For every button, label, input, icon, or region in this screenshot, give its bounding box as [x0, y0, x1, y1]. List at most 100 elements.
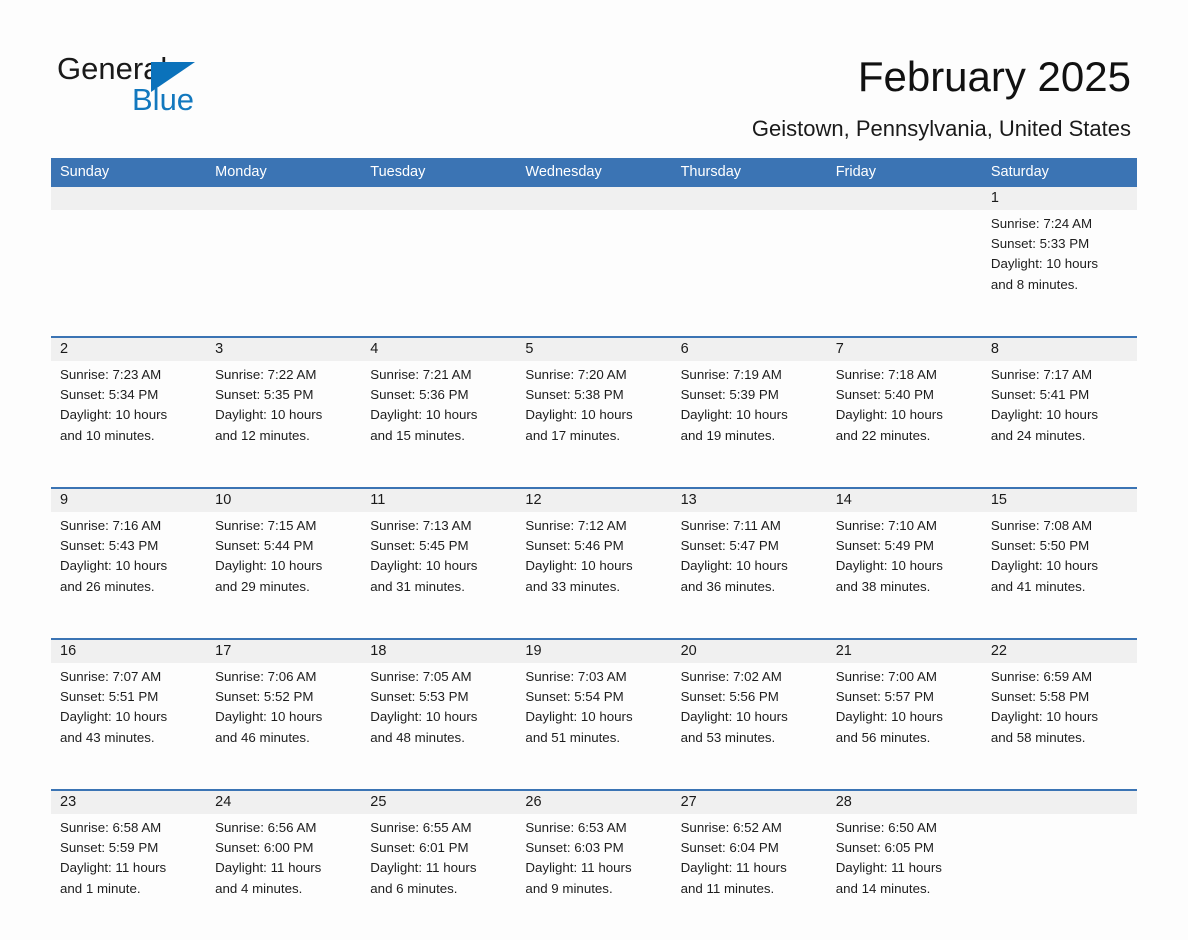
daylight-text-cont: and 51 minutes. — [525, 729, 621, 745]
day-details: Sunrise: 7:24 AM Sunset: 5:33 PM Daylight:… — [982, 210, 1137, 295]
calendar-day-cell[interactable]: 26 Sunrise: 6:53 AM Sunset: 6:03 PM Dayligh… — [516, 791, 672, 924]
calendar-day-cell[interactable]: 28 Sunrise: 6:50 AM Sunset: 6:05 PM Dayligh… — [826, 791, 982, 924]
day-number: 10 — [206, 489, 362, 512]
calendar-day-cell[interactable]: 19 Sunrise: 7:03 AM Sunset: 5:54 PM Dayligh… — [516, 640, 672, 773]
calendar-day-cell[interactable]: 25 Sunrise: 6:55 AM Sunset: 6:01 PM Dayligh… — [361, 791, 517, 924]
day-number: 23 — [51, 791, 207, 814]
sunrise-text: Sunrise: 7:21 AM — [370, 367, 472, 382]
calendar-grid: Sunday Monday Tuesday Wednesday Thursday Frid… — [51, 158, 1137, 940]
daylight-text: Daylight: 10 hours — [370, 558, 478, 574]
calendar-day-cell[interactable]: 14 Sunrise: 7:10 AM Sunset: 5:49 PM Dayligh… — [826, 489, 982, 622]
day-number: 14 — [826, 489, 982, 512]
daylight-text: Daylight: 10 hours — [60, 709, 168, 725]
calendar-week-row: 9 Sunrise: 7:16 AM Sunset: 5:43 PM Daylight… — [51, 487, 1137, 622]
calendar-day-cell[interactable]: 17 Sunrise: 7:06 AM Sunset: 5:52 PM Dayligh… — [206, 640, 362, 773]
calendar-day-cell[interactable]: 2 Sunrise: 7:23 AM Sunset: 5:34 PM Daylight… — [51, 338, 207, 471]
daylight-text-cont: and 4 minutes. — [215, 880, 303, 896]
day-number — [206, 187, 362, 210]
day-number: 13 — [671, 489, 827, 512]
daylight-text-cont: and 38 minutes. — [835, 578, 931, 594]
daylight-text: Daylight: 11 hours — [215, 860, 322, 876]
sunrise-text: Sunrise: 7:16 AM — [60, 518, 162, 533]
calendar-day-cell[interactable]: 7 Sunrise: 7:18 AM Sunset: 5:40 PM Daylight… — [826, 338, 982, 471]
calendar-day-cell[interactable]: 18 Sunrise: 7:05 AM Sunset: 5:53 PM Dayligh… — [361, 640, 517, 773]
sunset-text: Sunset: 5:43 PM — [60, 538, 159, 554]
sunset-text: Sunset: 5:53 PM — [370, 689, 469, 705]
sunset-text: Sunset: 5:54 PM — [525, 689, 624, 705]
week-row-spacer — [51, 320, 1137, 336]
day-details: Sunrise: 7:10 AM Sunset: 5:49 PM Daylight:… — [827, 512, 982, 597]
sunset-text: Sunset: 5:46 PM — [525, 538, 624, 554]
calendar-day-cell[interactable]: 9 Sunrise: 7:16 AM Sunset: 5:43 PM Daylight… — [51, 489, 207, 622]
calendar-day-cell[interactable]: 11 Sunrise: 7:13 AM Sunset: 5:45 PM Dayligh… — [361, 489, 517, 622]
calendar-day-cell-empty — [206, 187, 362, 320]
sunset-text: Sunset: 5:56 PM — [680, 689, 779, 705]
sunset-text: Sunset: 6:05 PM — [835, 840, 935, 856]
day-number: 7 — [826, 338, 982, 361]
sunrise-text: Sunrise: 6:55 AM — [370, 820, 472, 835]
day-details: Sunrise: 7:16 AM Sunset: 5:43 PM Daylight:… — [51, 512, 206, 597]
calendar-day-cell[interactable]: 23 Sunrise: 6:58 AM Sunset: 5:59 PM Dayligh… — [51, 791, 207, 924]
daylight-text: Daylight: 10 hours — [215, 709, 323, 725]
calendar-day-cell[interactable]: 6 Sunrise: 7:19 AM Sunset: 5:39 PM Daylight… — [671, 338, 827, 471]
daylight-text-cont: and 36 minutes. — [680, 578, 776, 594]
calendar-day-cell[interactable]: 13 Sunrise: 7:11 AM Sunset: 5:47 PM Dayligh… — [671, 489, 827, 622]
day-number: 2 — [51, 338, 207, 361]
sunrise-text: Sunrise: 7:24 AM — [990, 216, 1093, 231]
day-number — [826, 187, 982, 210]
day-number: 9 — [51, 489, 207, 512]
sunrise-text: Sunrise: 7:13 AM — [370, 518, 472, 533]
day-number: 20 — [671, 640, 827, 663]
day-number: 6 — [671, 338, 827, 361]
day-number: 27 — [671, 791, 827, 814]
calendar-day-cell[interactable]: 15 Sunrise: 7:08 AM Sunset: 5:50 PM Dayligh… — [981, 489, 1137, 622]
sunset-text: Sunset: 6:03 PM — [525, 840, 624, 856]
day-details: Sunrise: 7:02 AM Sunset: 5:56 PM Daylight:… — [672, 663, 827, 748]
calendar-day-cell[interactable]: 22 Sunrise: 6:59 AM Sunset: 5:58 PM Dayligh… — [981, 640, 1137, 773]
calendar-day-cell[interactable]: 24 Sunrise: 6:56 AM Sunset: 6:00 PM Dayligh… — [206, 791, 362, 924]
day-details — [516, 210, 671, 214]
sunrise-text: Sunrise: 7:15 AM — [215, 518, 317, 533]
daylight-text: Daylight: 10 hours — [835, 709, 943, 725]
daylight-text-cont: and 17 minutes. — [525, 427, 621, 443]
sunrise-text: Sunrise: 7:23 AM — [60, 367, 162, 382]
weekday-header-monday: Monday — [215, 164, 267, 180]
daylight-text-cont: and 53 minutes. — [680, 729, 776, 745]
daylight-text: Daylight: 10 hours — [990, 558, 1099, 574]
daylight-text-cont: and 1 minute. — [60, 880, 141, 896]
week-row-spacer — [51, 773, 1137, 789]
calendar-day-cell[interactable]: 5 Sunrise: 7:20 AM Sunset: 5:38 PM Daylight… — [516, 338, 672, 471]
sunset-text: Sunset: 5:51 PM — [60, 689, 159, 705]
calendar-day-cell[interactable]: 3 Sunrise: 7:22 AM Sunset: 5:35 PM Daylight… — [206, 338, 362, 471]
calendar-day-cell[interactable]: 21 Sunrise: 7:00 AM Sunset: 5:57 PM Dayligh… — [826, 640, 982, 773]
daylight-text: Daylight: 10 hours — [60, 558, 168, 574]
calendar-day-cell[interactable]: 8 Sunrise: 7:17 AM Sunset: 5:41 PM Daylight… — [981, 338, 1137, 471]
daylight-text: Daylight: 11 hours — [680, 860, 787, 876]
daylight-text: Daylight: 10 hours — [215, 407, 323, 423]
day-details — [982, 814, 1137, 818]
calendar-day-cell[interactable]: 4 Sunrise: 7:21 AM Sunset: 5:36 PM Daylight… — [361, 338, 517, 471]
daylight-text-cont: and 29 minutes. — [215, 578, 310, 594]
daylight-text: Daylight: 10 hours — [525, 709, 633, 725]
calendar-day-cell[interactable]: 1 Sunrise: 7:24 AM Sunset: 5:33 PM Daylight… — [981, 187, 1137, 320]
sunrise-text: Sunrise: 7:20 AM — [525, 367, 627, 382]
sunset-text: Sunset: 5:45 PM — [370, 538, 469, 554]
calendar-day-cell-empty — [516, 187, 672, 320]
day-details: Sunrise: 6:50 AM Sunset: 6:05 PM Daylight:… — [827, 814, 982, 899]
day-number: 15 — [981, 489, 1137, 512]
generalblue-logo[interactable]: General Blue — [57, 50, 277, 122]
calendar-day-cell[interactable]: 27 Sunrise: 6:52 AM Sunset: 6:04 PM Dayligh… — [671, 791, 827, 924]
calendar-day-cell[interactable]: 10 Sunrise: 7:15 AM Sunset: 5:44 PM Dayligh… — [206, 489, 362, 622]
page-title: February 2025 — [857, 53, 1131, 100]
daylight-text: Daylight: 10 hours — [835, 558, 943, 574]
daylight-text: Daylight: 10 hours — [370, 709, 478, 725]
calendar-day-cell[interactable]: 16 Sunrise: 7:07 AM Sunset: 5:51 PM Dayligh… — [51, 640, 207, 773]
day-details: Sunrise: 7:22 AM Sunset: 5:35 PM Daylight:… — [206, 361, 361, 446]
calendar-day-cell[interactable]: 20 Sunrise: 7:02 AM Sunset: 5:56 PM Dayligh… — [671, 640, 827, 773]
daylight-text-cont: and 8 minutes. — [990, 276, 1079, 292]
daylight-text: Daylight: 10 hours — [370, 407, 478, 423]
calendar-day-cell[interactable]: 12 Sunrise: 7:12 AM Sunset: 5:46 PM Dayligh… — [516, 489, 672, 622]
day-number: 17 — [206, 640, 362, 663]
calendar-day-cell-empty — [671, 187, 827, 320]
week-row-spacer — [51, 924, 1137, 940]
